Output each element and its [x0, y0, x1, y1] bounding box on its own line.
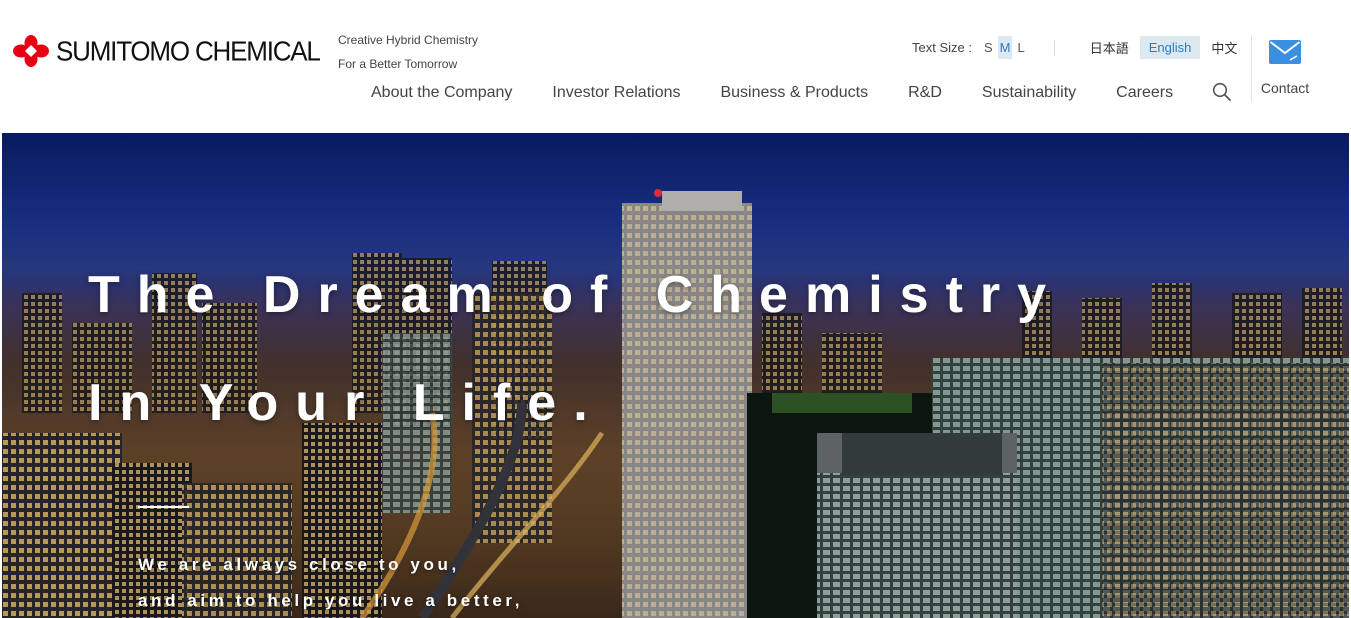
hero-title-line-2: In Your Life. — [88, 374, 605, 432]
logo-mark-icon — [13, 35, 49, 67]
tagline: Creative Hybrid Chemistry For a Better T… — [338, 28, 478, 76]
tagline-line-2: For a Better Tomorrow — [338, 57, 458, 71]
language-japanese[interactable]: 日本語 — [1081, 34, 1138, 61]
text-size-label: Text Size : — [912, 40, 972, 55]
hero-divider — [138, 506, 189, 508]
language-chinese[interactable]: 中文 — [1202, 34, 1246, 61]
tagline-line-1: Creative Hybrid Chemistry — [338, 33, 479, 47]
text-size-medium[interactable]: M — [997, 36, 1013, 59]
nav-sustainability[interactable]: Sustainability — [982, 84, 1076, 102]
hero-banner: The Dream of Chemistry In Your Life. We … — [2, 133, 1349, 618]
contact-label: Contact — [1260, 80, 1310, 96]
hero-subtitle-line-1: We are always close to you, — [138, 555, 460, 574]
nav-business-products[interactable]: Business & Products — [720, 84, 868, 102]
hero-title-line-1: The Dream of Chemistry — [88, 266, 1064, 324]
main-nav: About the Company Investor Relations Bus… — [371, 84, 1173, 102]
hero-subtitle-line-2: and aim to help you live a better, — [138, 591, 524, 610]
nav-rd[interactable]: R&D — [908, 84, 942, 102]
utility-bar: Text Size : S M L 日本語 English 中文 — [912, 34, 1248, 61]
nav-careers[interactable]: Careers — [1116, 84, 1173, 102]
text-size-small[interactable]: S — [982, 36, 995, 59]
utility-divider — [1053, 39, 1055, 56]
logo-wordmark: SUMITOMO CHEMICAL — [56, 34, 321, 67]
mail-icon — [1269, 40, 1301, 64]
company-logo[interactable]: SUMITOMO CHEMICAL — [12, 34, 321, 68]
contact-button[interactable]: Contact — [1252, 36, 1318, 96]
language-english[interactable]: English — [1139, 36, 1201, 59]
nav-investor-relations[interactable]: Investor Relations — [552, 84, 680, 102]
text-size-large[interactable]: L — [1015, 36, 1026, 59]
nav-about-the-company[interactable]: About the Company — [371, 84, 512, 102]
search-icon[interactable] — [1212, 82, 1232, 102]
site-header: SUMITOMO CHEMICAL Creative Hybrid Chemis… — [0, 0, 1351, 133]
